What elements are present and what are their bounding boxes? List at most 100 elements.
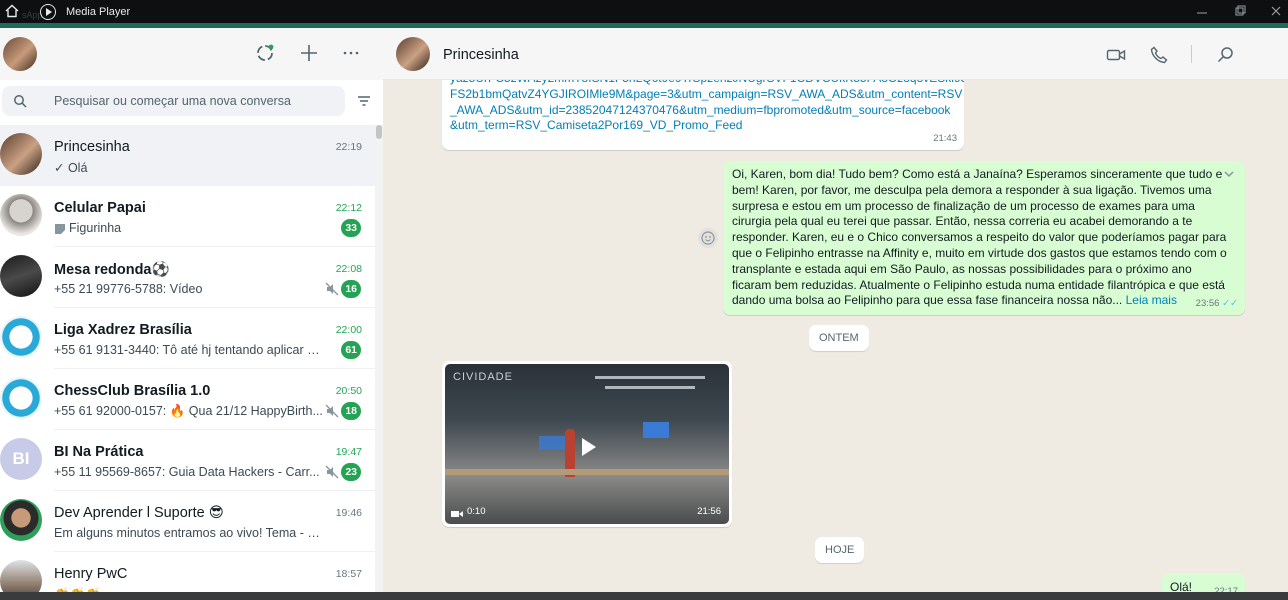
link-message-bubble[interactable]: yaz5UrFC5zWAzy2mmT8fSN1F5hLQ6t9e9TrSpzen… (442, 68, 964, 150)
message-meta: 23:56 ✓✓ (1196, 296, 1238, 312)
unread-badge: 61 (341, 341, 361, 359)
chat-name: Celular Papai (54, 200, 146, 216)
search-placeholder: Pesquisar ou começar uma nova conversa (54, 94, 291, 108)
search-icon (14, 95, 27, 108)
muted-icon (325, 465, 339, 479)
chat-name: Mesa redonda⚽ (54, 262, 170, 278)
close-icon[interactable] (1270, 5, 1282, 17)
voice-call-icon[interactable] (1149, 45, 1169, 65)
ceiling-light (595, 376, 705, 379)
chat-time: 22:19 (335, 141, 362, 153)
chat-item-chessclub[interactable]: ChessClub Brasília 1.0 20:50 +55 61 9200… (0, 369, 375, 430)
chevron-down-icon[interactable] (1222, 167, 1236, 181)
react-emoji-icon[interactable] (698, 228, 718, 248)
home-icon[interactable] (5, 4, 19, 18)
play-icon[interactable] (572, 432, 602, 462)
store-screen (643, 422, 669, 438)
title-bar: sApp Media Player (0, 0, 1288, 28)
chat-time: 22:12 (335, 202, 362, 214)
chat-list-pane: Pesquisar ou começar uma nova conversa P… (0, 28, 383, 600)
search-input[interactable]: Pesquisar ou começar uma nova conversa (2, 86, 345, 116)
long-message-bubble[interactable]: Oi, Karen, bom dia! Tudo bem? Como está … (723, 161, 1245, 315)
scrollbar-thumb[interactable] (376, 125, 382, 139)
media-player-icon (40, 4, 56, 20)
message-time: 23:56 (1195, 298, 1220, 310)
conversation-header: Princesinha (383, 28, 1288, 80)
contact-avatar[interactable] (396, 37, 430, 71)
avatar (0, 255, 42, 297)
search-icon[interactable] (1216, 45, 1236, 65)
chat-name: Princesinha (54, 139, 130, 155)
video-store-sign: CIVIDADE (453, 371, 513, 383)
chat-name: Dev Aprender l Suporte 😎 (54, 505, 224, 521)
video-camera-icon (451, 511, 463, 517)
message-body: Oi, Karen, bom dia! Tudo bem? Como está … (732, 167, 1227, 308)
chat-preview: Figurinha (54, 221, 324, 235)
video-message-bubble[interactable]: CIVIDADE 0:10 21:56 (442, 361, 732, 527)
chat-list: Princesinha 22:19 ✓ Olá Celular Papai 22… (0, 125, 375, 600)
filter-icon[interactable] (356, 93, 372, 109)
avatar (0, 133, 42, 175)
chat-preview: +55 61 92000-0157: 🔥 Qua 21/12 HappyBirt… (54, 404, 323, 418)
sticker-icon (55, 224, 65, 234)
avatar (0, 194, 42, 236)
muted-icon (325, 282, 339, 296)
chat-item-princesinha[interactable]: Princesinha 22:19 ✓ Olá (0, 125, 375, 186)
chat-item-mesa-redonda[interactable]: Mesa redonda⚽ 22:08 +55 21 99776-5788: V… (0, 247, 375, 308)
chat-name: Henry PwC (54, 566, 128, 582)
chat-name: BI Na Prática (54, 444, 144, 460)
chat-item-celular-papai[interactable]: Celular Papai 22:12 Figurinha 33 (0, 186, 375, 247)
chat-item-liga-xadrez[interactable]: Liga Xadrez Brasília 22:00 +55 61 9131-3… (0, 308, 375, 369)
new-chat-icon[interactable] (298, 42, 320, 64)
unread-badge: 18 (341, 402, 361, 420)
avatar (0, 499, 42, 541)
muted-icon (325, 404, 339, 418)
minimize-icon[interactable] (1196, 5, 1208, 17)
chat-time: 22:08 (335, 263, 362, 275)
chat-name: Liga Xadrez Brasília (54, 322, 192, 338)
read-ticks-icon: ✓✓ (1222, 298, 1238, 310)
chat-time: 22:00 (335, 324, 362, 336)
message-link-text[interactable]: yaz5UrFC5zWAzy2mmT8fSN1F5hLQ6t9e9TrSpzen… (450, 71, 964, 134)
chat-time: 20:50 (335, 385, 362, 397)
chat-time: 18:57 (335, 568, 362, 580)
avatar: BI (0, 438, 42, 480)
chat-list-header (0, 28, 383, 80)
my-profile-avatar[interactable] (3, 37, 37, 71)
chat-item-dev-aprender[interactable]: Dev Aprender l Suporte 😎 19:46 Em alguns… (0, 491, 375, 552)
chat-preview-text: Figurinha (69, 221, 122, 235)
date-divider-ontem: ONTEM (809, 325, 869, 351)
more-options-icon[interactable] (340, 42, 362, 64)
chat-preview: Em alguns minutos entramos ao vivo! Tema… (54, 526, 324, 540)
header-separator (1191, 45, 1192, 63)
chat-item-bi-na-pratica[interactable]: BI BI Na Prática 19:47 +55 11 95569-8657… (0, 430, 375, 491)
message-time: 21:43 (933, 133, 957, 145)
video-thumbnail[interactable]: CIVIDADE 0:10 21:56 (445, 364, 729, 524)
chat-preview: +55 21 99776-5788: Vídeo (54, 282, 203, 296)
video-call-icon[interactable] (1106, 45, 1126, 65)
store-table (445, 469, 729, 475)
chat-name: ChessClub Brasília 1.0 (54, 383, 211, 399)
chat-preview: +55 61 9131-3440: Tô até hj tentando apl… (54, 343, 324, 357)
taskbar-strip (0, 592, 1288, 600)
unread-badge: 33 (341, 219, 361, 237)
avatar (0, 377, 42, 419)
read-more-link[interactable]: Leia mais (1126, 293, 1177, 307)
video-duration: 0:10 (467, 506, 486, 518)
status-icon[interactable] (254, 42, 276, 64)
ceiling-light (605, 386, 695, 389)
chat-time: 19:47 (335, 446, 362, 458)
avatar (0, 316, 42, 358)
message-time: 21:56 (697, 506, 721, 518)
chat-list-scrollbar[interactable] (375, 125, 383, 600)
chat-time: 19:46 (335, 507, 362, 519)
date-divider-hoje: HOJE (815, 537, 865, 563)
chat-preview: +55 11 95569-8657: Guia Data Hackers - C… (54, 465, 320, 479)
message-text: Oi, Karen, bom dia! Tudo bem? Como está … (732, 167, 1232, 309)
search-row: Pesquisar ou começar uma nova conversa (0, 80, 383, 125)
conversation-pane: Princesinha yaz5UrFC5zWAzy2mmT8fSN1F5hLQ… (383, 28, 1288, 600)
chat-preview: ✓ Olá (54, 161, 88, 175)
contact-name[interactable]: Princesinha (443, 47, 519, 63)
restore-icon[interactable] (1234, 5, 1246, 17)
unread-badge: 16 (341, 280, 361, 298)
